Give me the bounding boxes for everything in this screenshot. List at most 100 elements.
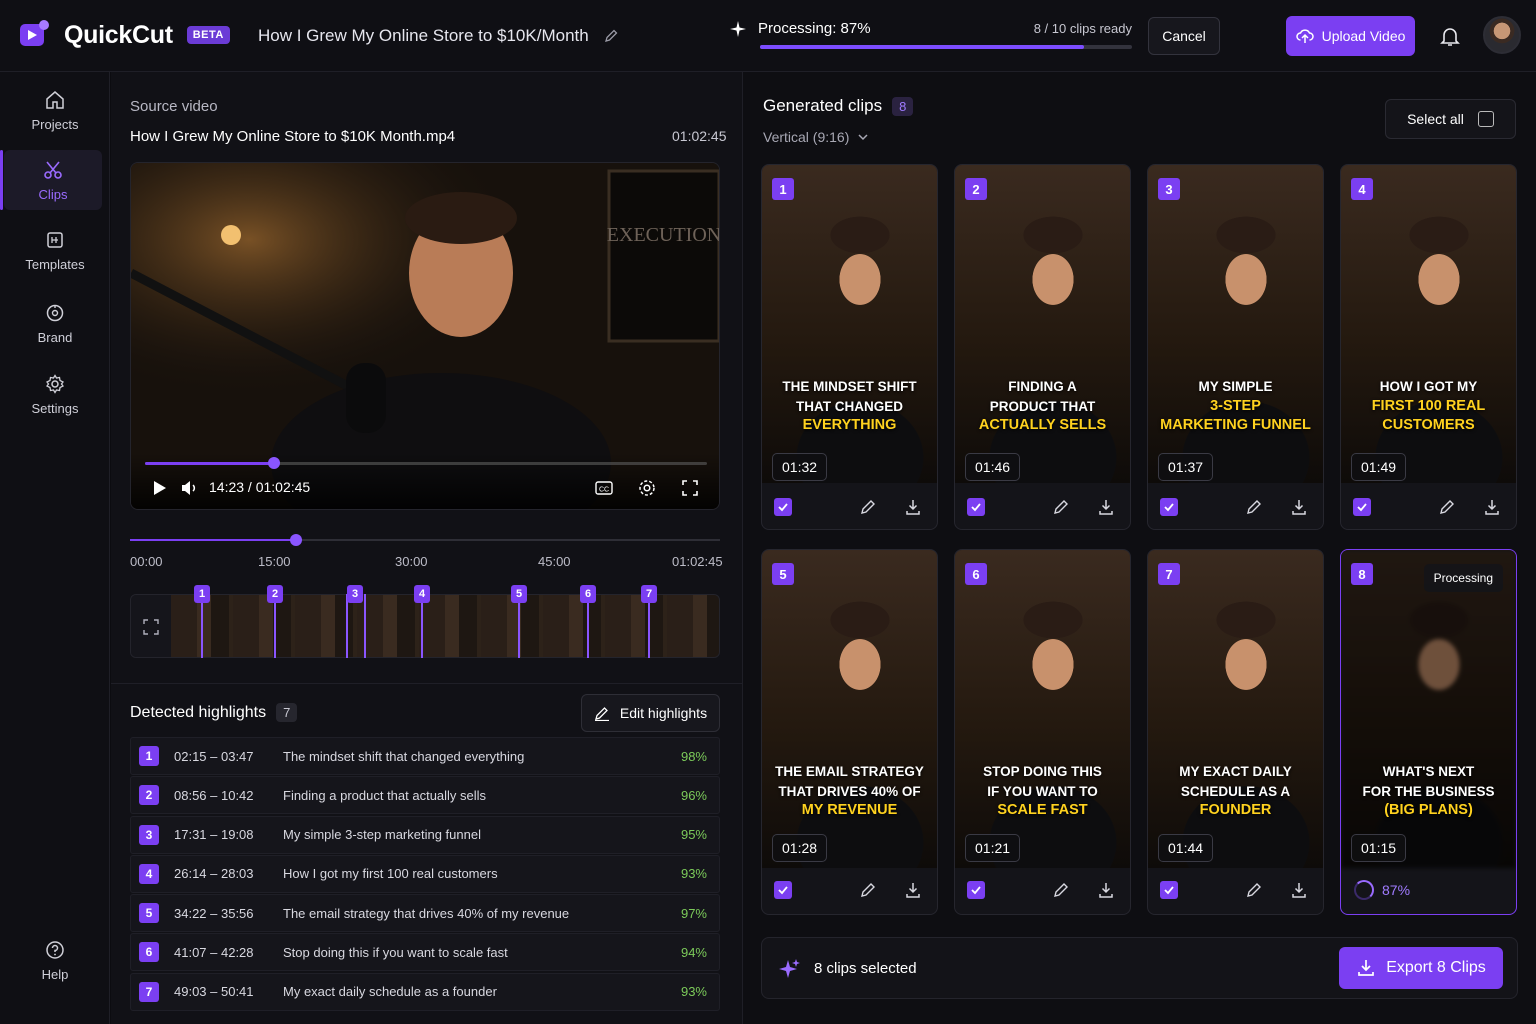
user-avatar[interactable] bbox=[1483, 16, 1521, 54]
clip-card[interactable]: 8 Processing WHAT'S NEXT FOR THE BUSINESS (B… bbox=[1340, 549, 1517, 915]
clip-card[interactable]: 7 MY EXACT DAILY SCHEDULE AS A FOUNDER 01:44 bbox=[1147, 549, 1324, 915]
highlight-marker[interactable] bbox=[518, 594, 520, 658]
clip-checkbox[interactable] bbox=[1160, 498, 1178, 516]
clip-checkbox[interactable] bbox=[967, 881, 985, 899]
clip-number-badge: 4 bbox=[1351, 178, 1373, 200]
highlight-marker-badge[interactable]: 1 bbox=[194, 585, 210, 603]
download-icon[interactable] bbox=[1097, 498, 1115, 516]
highlight-marker[interactable] bbox=[346, 594, 348, 658]
highlight-time-range: 41:07 – 42:28 bbox=[174, 944, 254, 960]
clip-duration: 01:15 bbox=[1351, 834, 1407, 862]
clip-card[interactable]: 5 THE EMAIL STRATEGY THAT DRIVES 40% OF MY … bbox=[761, 549, 938, 915]
highlight-row[interactable]: 6 41:07 – 42:28 Stop doing this if you wan… bbox=[130, 933, 720, 972]
pencil-icon[interactable] bbox=[603, 28, 619, 44]
play-icon[interactable] bbox=[149, 478, 169, 498]
nav-settings[interactable]: Settings bbox=[0, 364, 110, 424]
highlight-marker-badge[interactable]: 6 bbox=[580, 585, 596, 603]
project-title[interactable]: How I Grew My Online Store to $10K/Month bbox=[258, 26, 619, 46]
cancel-button[interactable]: Cancel bbox=[1148, 17, 1220, 55]
clip-card[interactable]: 4 HOW I GOT MY FIRST 100 REAL CUSTOMERS 01:4… bbox=[1340, 164, 1517, 530]
highlight-marker-badge[interactable]: 4 bbox=[414, 585, 430, 603]
nav-clips[interactable]: Clips bbox=[0, 150, 102, 210]
clip-card[interactable]: 6 STOP DOING THIS IF YOU WANT TO SCALE FAST… bbox=[954, 549, 1131, 915]
volume-icon[interactable] bbox=[179, 478, 199, 498]
clip-caption: HOW I GOT MY FIRST 100 REAL CUSTOMERS bbox=[1341, 377, 1516, 436]
highlight-row[interactable]: 2 08:56 – 10:42 Finding a product that act… bbox=[130, 776, 720, 815]
svg-text:CC: CC bbox=[599, 487, 609, 494]
caption-line: THE MINDSET SHIFT bbox=[782, 379, 917, 394]
highlight-marker[interactable] bbox=[587, 594, 589, 658]
app-logo[interactable]: QuickCut BETA bbox=[18, 18, 230, 52]
highlight-marker-badge[interactable]: 2 bbox=[267, 585, 283, 603]
highlight-marker[interactable] bbox=[201, 594, 203, 658]
timeline-filmstrip[interactable] bbox=[130, 594, 720, 658]
player-settings-icon[interactable] bbox=[637, 478, 657, 498]
highlight-row[interactable]: 4 26:14 – 28:03 How I got my first 100 rea… bbox=[130, 854, 720, 893]
clip-actions bbox=[1341, 483, 1516, 529]
app-name: QuickCut bbox=[64, 20, 173, 49]
clip-card[interactable]: 1 THE MINDSET SHIFT THAT CHANGED EVERYTHING… bbox=[761, 164, 938, 530]
source-video-label: Source video bbox=[130, 98, 218, 115]
nav-templates[interactable]: Templates bbox=[0, 220, 110, 280]
processing-tag: Processing bbox=[1423, 564, 1503, 592]
download-icon[interactable] bbox=[1483, 498, 1501, 516]
clip-card[interactable]: 3 MY SIMPLE 3-STEP MARKETING FUNNEL 01:37 bbox=[1147, 164, 1324, 530]
nav-help[interactable]: Help bbox=[0, 930, 110, 990]
nav-projects[interactable]: Projects bbox=[0, 80, 110, 140]
download-icon[interactable] bbox=[1290, 498, 1308, 516]
clip-checkbox[interactable] bbox=[967, 498, 985, 516]
pencil-icon[interactable] bbox=[1245, 498, 1263, 516]
highlights-count: 7 bbox=[276, 703, 298, 722]
expand-timeline-button[interactable] bbox=[131, 595, 171, 657]
pencil-icon[interactable] bbox=[1438, 498, 1456, 516]
download-icon[interactable] bbox=[904, 498, 922, 516]
timeline-tick: 15:00 bbox=[258, 554, 291, 569]
pencil-icon[interactable] bbox=[1245, 881, 1263, 899]
highlight-marker-badge[interactable]: 3 bbox=[347, 585, 363, 603]
clip-number-badge: 6 bbox=[965, 563, 987, 585]
highlight-marker-badge[interactable]: 7 bbox=[641, 585, 657, 603]
processing-status: Processing: 87% 8 / 10 clips ready bbox=[730, 20, 1132, 49]
highlight-marker[interactable] bbox=[364, 594, 366, 658]
fullscreen-icon[interactable] bbox=[680, 478, 700, 498]
player-seek-bar[interactable] bbox=[145, 457, 707, 469]
select-all-checkbox[interactable] bbox=[1477, 111, 1494, 127]
pencil-icon[interactable] bbox=[859, 881, 877, 899]
clip-checkbox[interactable] bbox=[1353, 498, 1371, 516]
pencil-icon[interactable] bbox=[1052, 881, 1070, 899]
captions-icon[interactable]: CC bbox=[594, 478, 614, 498]
notification-bell-icon[interactable] bbox=[1438, 24, 1462, 48]
clip-duration: 01:46 bbox=[965, 453, 1021, 481]
highlight-marker[interactable] bbox=[274, 594, 276, 658]
highlight-row[interactable]: 7 49:03 – 50:41 My exact daily schedule as… bbox=[130, 972, 720, 1011]
select-all-toggle[interactable]: Select all bbox=[1385, 99, 1516, 139]
highlight-row[interactable]: 3 17:31 – 19:08 My simple 3-step marketing… bbox=[130, 815, 720, 854]
clip-checkbox[interactable] bbox=[774, 881, 792, 899]
download-icon[interactable] bbox=[1097, 881, 1115, 899]
caption-highlight-line: FOUNDER bbox=[1199, 802, 1272, 818]
clips-title: Generated clips bbox=[763, 96, 883, 115]
pencil-icon[interactable] bbox=[859, 498, 877, 516]
clip-actions bbox=[762, 866, 937, 914]
highlight-marker-badge[interactable]: 5 bbox=[511, 585, 527, 603]
highlight-marker[interactable] bbox=[648, 594, 650, 658]
upload-video-button[interactable]: Upload Video bbox=[1286, 16, 1415, 56]
clip-number-badge: 7 bbox=[1158, 563, 1180, 585]
edit-icon bbox=[594, 707, 609, 721]
clip-checkbox[interactable] bbox=[774, 498, 792, 516]
download-icon[interactable] bbox=[1290, 881, 1308, 899]
highlight-row[interactable]: 1 02:15 – 03:47 The mindset shift that cha… bbox=[130, 737, 720, 775]
aspect-ratio-select[interactable]: Vertical (9:16) bbox=[763, 129, 869, 145]
highlight-marker[interactable] bbox=[421, 594, 423, 658]
highlight-row[interactable]: 5 34:22 – 35:56 The email strategy that dr… bbox=[130, 894, 720, 933]
highlight-number: 1 bbox=[139, 746, 159, 766]
export-clips-button[interactable]: Export 8 Clips bbox=[1339, 947, 1503, 989]
clip-checkbox[interactable] bbox=[1160, 881, 1178, 899]
edit-highlights-button[interactable]: Edit highlights bbox=[581, 694, 720, 732]
timeline-playhead[interactable] bbox=[289, 534, 302, 546]
video-player[interactable]: EXECUTION 14:23 / 01:02:45 CC bbox=[130, 162, 720, 510]
pencil-icon[interactable] bbox=[1052, 498, 1070, 516]
download-icon[interactable] bbox=[904, 881, 922, 899]
clip-card[interactable]: 2 FINDING A PRODUCT THAT ACTUALLY SELLS 01:4… bbox=[954, 164, 1131, 530]
nav-brand[interactable]: Brand bbox=[0, 293, 110, 353]
